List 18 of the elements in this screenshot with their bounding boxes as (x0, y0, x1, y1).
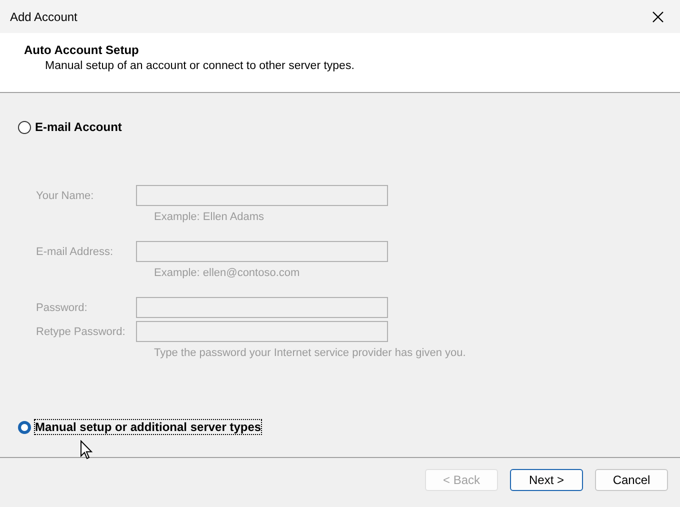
field-label: Your Name: (36, 190, 95, 202)
dialog-button[interactable]: Cancel (595, 468, 668, 490)
field-label: Retype Password: (36, 326, 126, 338)
field-label: Password: (36, 302, 88, 314)
field-hint: Type the password your Internet service provider has given you. (153, 346, 466, 360)
field-hint: Example: Ellen Adams (153, 210, 264, 224)
radio-option[interactable]: E-mail Account (18, 120, 662, 134)
header-subtitle: Manual setup of an account or connect to other server types. (44, 60, 356, 72)
close-icon (652, 10, 664, 22)
radio-icon[interactable] (18, 420, 31, 434)
field-hint: Example: ellen@contoso.com (153, 266, 300, 280)
mouse-pointer-icon (80, 440, 93, 460)
header-title: Auto Account Setup (24, 43, 140, 57)
radio-option[interactable]: Manual setup or additional server types (18, 420, 662, 434)
field-label: E-mail Address: (36, 246, 114, 258)
radio-icon[interactable] (18, 120, 31, 134)
dialog-button[interactable]: Next > (510, 468, 583, 490)
window-title: Add Account (10, 10, 78, 24)
